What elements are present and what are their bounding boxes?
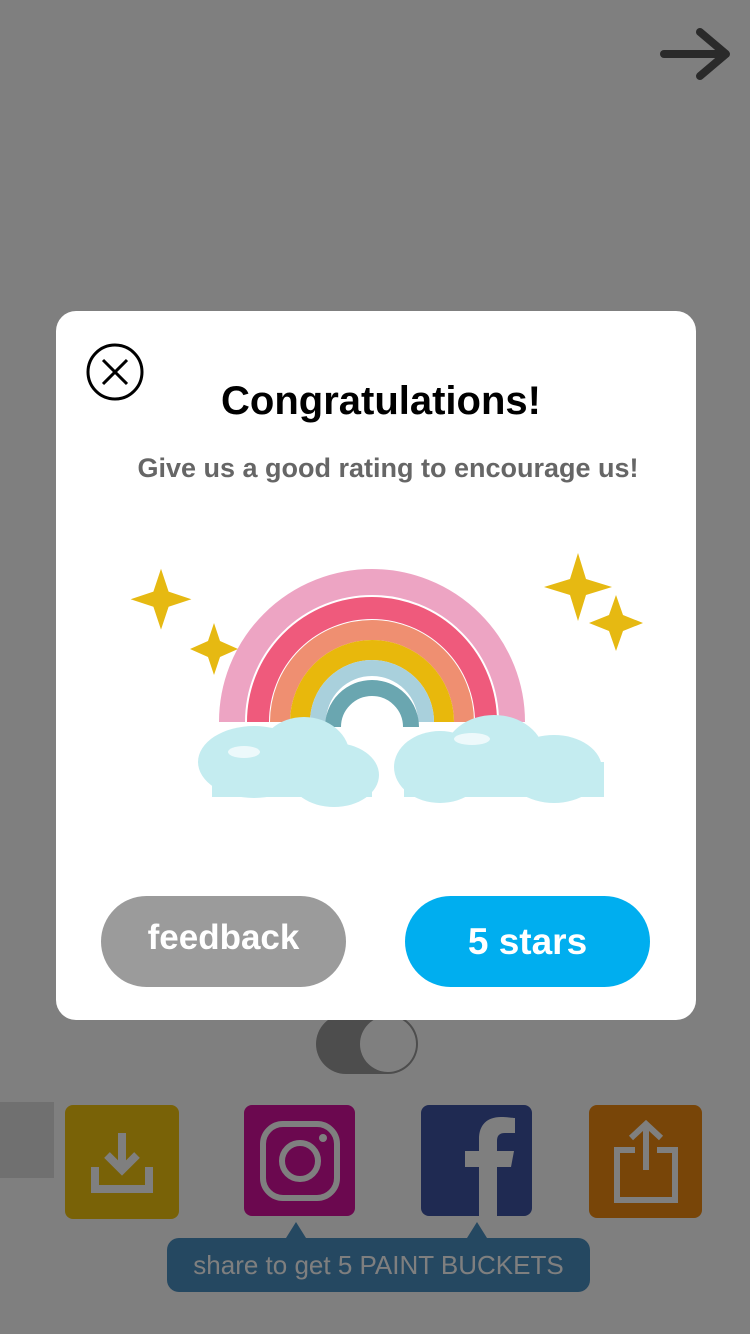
app-screen: share to get 5 PAINT BUCKETS Congratulat… (0, 0, 750, 1334)
feedback-button[interactable]: feedback (101, 896, 346, 987)
five-stars-button[interactable]: 5 stars (405, 896, 650, 987)
dialog-subtitle: Give us a good rating to encourage us! (137, 453, 639, 483)
rating-dialog: Congratulations! Give us a good rating t… (56, 311, 696, 1020)
rainbow-illustration (130, 553, 643, 807)
dialog-title: Congratulations! (221, 379, 541, 423)
